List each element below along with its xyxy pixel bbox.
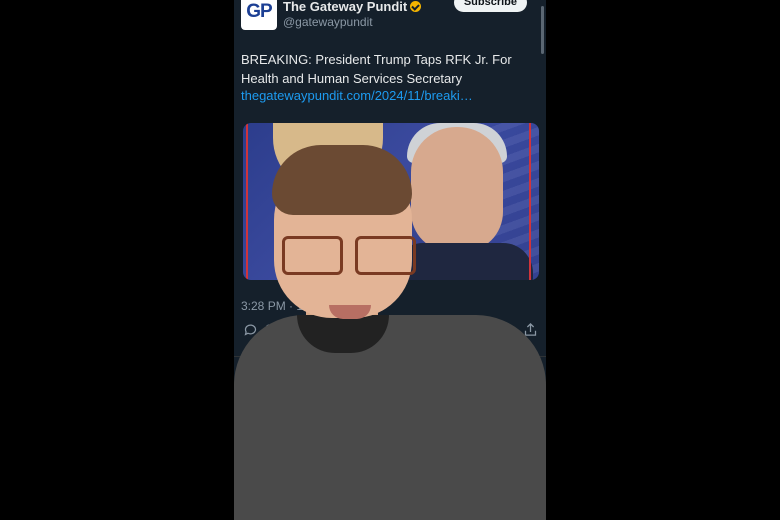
tweet-link[interactable]: thegatewaypundit.com/2024/11/breaki… xyxy=(241,88,473,103)
bottom-nav xyxy=(234,492,546,516)
avatar-text: GP xyxy=(246,1,272,22)
bookmark-icon[interactable] xyxy=(459,322,472,340)
tweet-text: BREAKING: President Trump Taps RFK Jr. F… xyxy=(241,52,512,86)
account-handle[interactable]: @gatewaypundit xyxy=(283,15,373,29)
avatar[interactable]: GP xyxy=(241,0,277,30)
tweet-timestamp[interactable]: 3:28 PM · 1 xyxy=(241,299,303,313)
tweet-actions: 1 5 xyxy=(241,322,541,342)
reply-icon[interactable] xyxy=(243,322,258,340)
divider xyxy=(234,356,546,357)
image-red-stripe-right xyxy=(529,123,531,280)
account-name-text: The Gateway Pundit xyxy=(283,0,408,14)
tweet-image[interactable] xyxy=(243,123,539,280)
subscribe-button[interactable]: Subscribe xyxy=(453,0,527,12)
tweet-header: GP The Gateway Pundit @gatewaypundit Sub… xyxy=(241,0,541,34)
image-person-right-face xyxy=(411,127,503,252)
reply-count: 1 xyxy=(265,322,272,336)
account-name[interactable]: The Gateway Pundit xyxy=(283,0,422,14)
image-person-right-suit xyxy=(393,243,533,280)
bookmark-count: 5 xyxy=(482,322,489,336)
more-icon[interactable]: ··· xyxy=(520,390,536,405)
image-person-left xyxy=(273,123,383,193)
image-red-stripe-left xyxy=(246,123,248,280)
verified-badge-icon xyxy=(410,1,422,12)
share-icon[interactable] xyxy=(523,322,538,340)
bell-icon[interactable] xyxy=(460,495,476,516)
scrollbar[interactable] xyxy=(541,6,544,54)
tweet-screen: GP The Gateway Pundit @gatewaypundit Sub… xyxy=(234,0,546,516)
mail-icon[interactable] xyxy=(511,495,527,515)
